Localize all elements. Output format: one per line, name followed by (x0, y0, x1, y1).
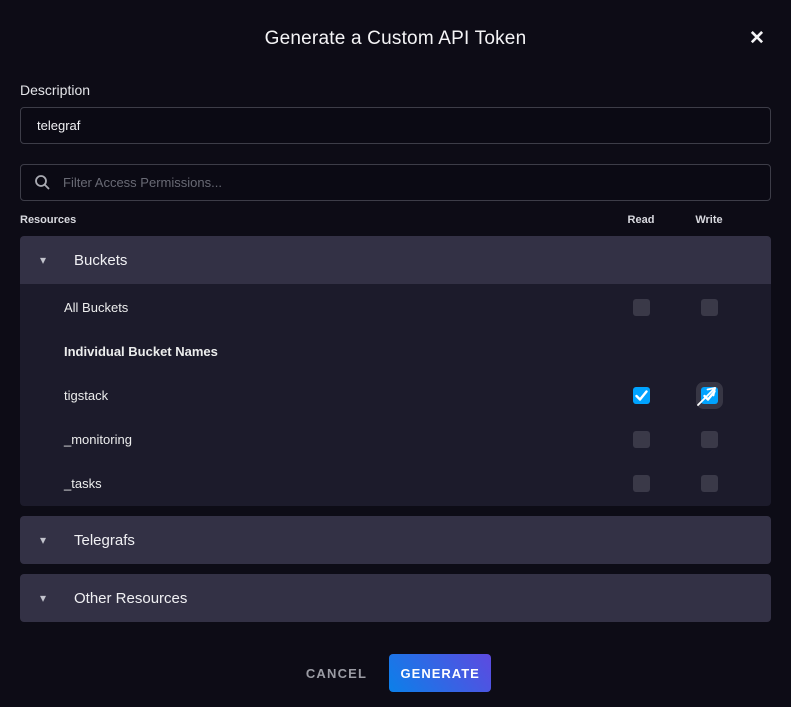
row-label: All Buckets (20, 300, 607, 315)
caret-down-icon: ▾ (40, 534, 52, 546)
row-label: _monitoring (20, 432, 607, 447)
row-label: _tasks (20, 476, 607, 491)
subheader-label: Individual Bucket Names (20, 344, 771, 359)
dialog-title: Generate a Custom API Token (20, 28, 771, 50)
section-header-buckets[interactable]: ▾ Buckets (20, 236, 771, 284)
section-title: Telegrafs (74, 532, 135, 549)
section-header-other-resources[interactable]: ▾ Other Resources (20, 574, 771, 622)
filter-permissions-input[interactable] (20, 164, 771, 201)
write-checkbox[interactable] (701, 431, 718, 448)
close-icon[interactable]: ✕ (745, 27, 769, 51)
permissions-table-header: Resources Read Write (20, 210, 771, 230)
caret-down-icon: ▾ (40, 254, 52, 266)
caret-down-icon: ▾ (40, 592, 52, 604)
read-column-label: Read (607, 214, 675, 226)
cancel-button[interactable]: CANCEL (300, 656, 373, 691)
write-column-label: Write (675, 214, 743, 226)
filter-field (20, 164, 771, 201)
permission-row: _tasks (20, 461, 771, 505)
permission-row: tigstack (20, 373, 771, 417)
permission-row: All Buckets (20, 285, 771, 329)
permission-subheader-row: Individual Bucket Names (20, 329, 771, 373)
read-checkbox[interactable] (633, 387, 650, 404)
section-title: Buckets (74, 252, 127, 269)
generate-api-token-dialog: Generate a Custom API Token ✕ Descriptio… (0, 0, 791, 707)
section-header-telegrafs[interactable]: ▾ Telegrafs (20, 516, 771, 564)
row-label: tigstack (20, 388, 607, 403)
read-checkbox[interactable] (633, 431, 650, 448)
read-checkbox[interactable] (633, 475, 650, 492)
description-input[interactable] (20, 107, 771, 144)
section-body-buckets: All Buckets Individual Bucket Nam (20, 284, 771, 506)
section-title: Other Resources (74, 590, 187, 607)
write-checkbox[interactable] (701, 387, 718, 404)
dialog-footer: CANCEL GENERATE (20, 654, 771, 692)
permission-row: _monitoring (20, 417, 771, 461)
resources-column-label: Resources (20, 214, 607, 226)
permissions-accordion: ▾ Buckets All Buckets (20, 236, 771, 622)
read-checkbox[interactable] (633, 299, 650, 316)
write-checkbox[interactable] (701, 475, 718, 492)
description-label: Description (20, 82, 771, 98)
generate-button[interactable]: GENERATE (389, 654, 491, 692)
write-checkbox[interactable] (701, 299, 718, 316)
